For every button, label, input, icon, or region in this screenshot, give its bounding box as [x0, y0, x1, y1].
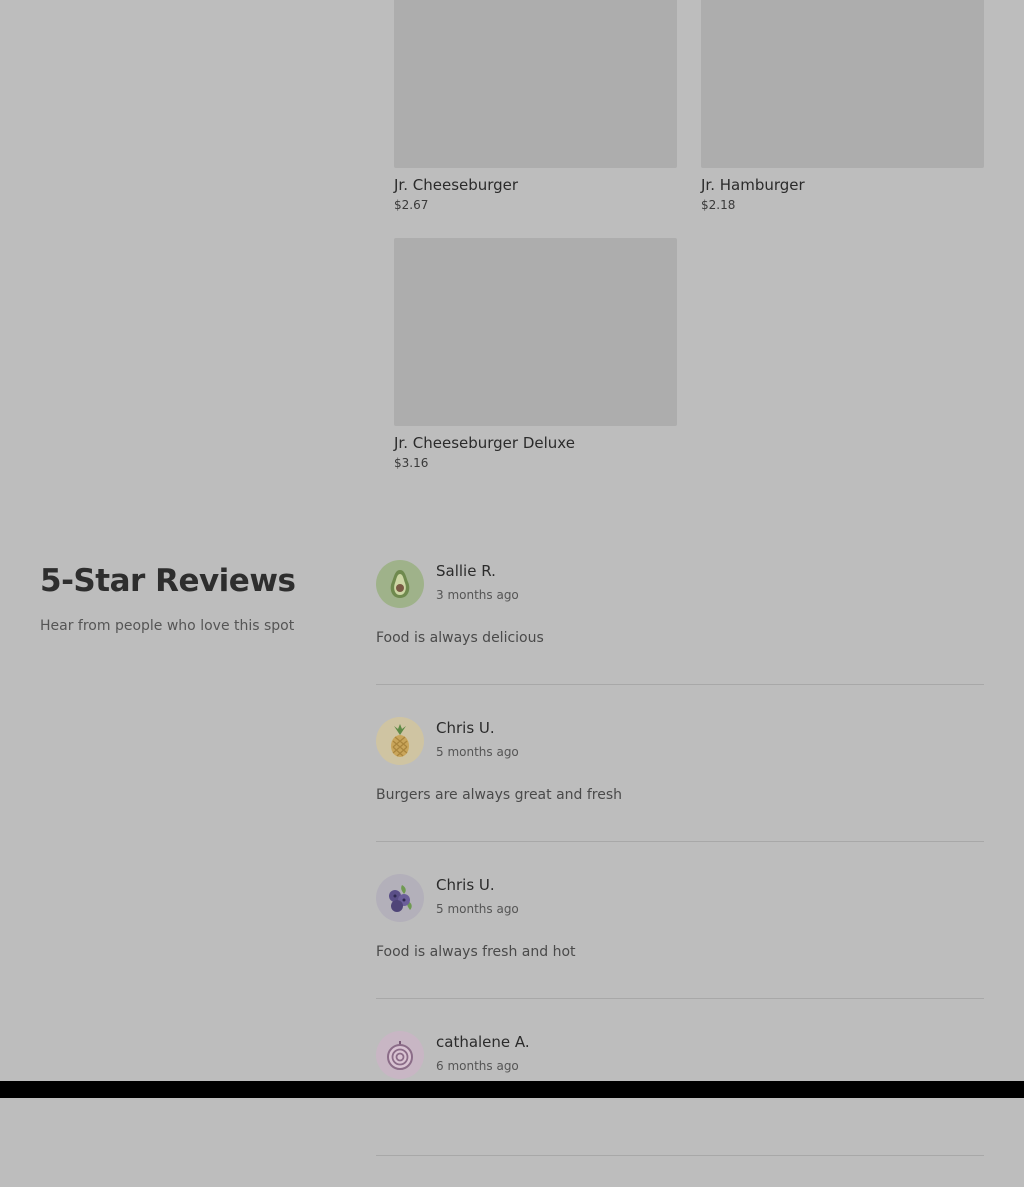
pineapple-icon: [391, 724, 409, 757]
review-text: Food is always fresh and hot: [376, 944, 576, 960]
reviewer-name[interactable]: Chris U.: [436, 718, 495, 738]
menu-item-price: $3.16: [394, 456, 429, 470]
review-text: Food is always delicious: [376, 630, 544, 646]
menu-item-price: $2.67: [394, 198, 429, 212]
avatar: [376, 1031, 424, 1079]
review-date: 5 months ago: [436, 902, 519, 916]
reviewer-name[interactable]: cathalene A.: [436, 1032, 530, 1052]
menu-item-name: Jr. Hamburger: [701, 176, 805, 194]
reviewer-name[interactable]: Sallie R.: [436, 561, 496, 581]
menu-item-price: $2.18: [701, 198, 736, 212]
menu-item-name: Jr. Cheeseburger: [394, 176, 519, 194]
avocado-icon: [390, 570, 410, 598]
review-date: 6 months ago: [436, 1059, 519, 1073]
menu-item-name: Jr. Cheeseburger Deluxe: [394, 434, 575, 452]
review-date: 3 months ago: [436, 588, 519, 602]
avatar: [376, 874, 424, 922]
reviews-header: 5-Star Reviews Hear from people who love…: [40, 556, 360, 637]
reviews-subtitle: Hear from people who love this spot: [40, 618, 295, 634]
avatar: [376, 560, 424, 608]
menu-item-image[interactable]: [394, 238, 677, 426]
review-item: Chris U. 5 months ago Food is always fre…: [376, 873, 984, 999]
menu-item-image[interactable]: [701, 0, 984, 168]
onion-icon: [387, 1041, 413, 1070]
review-text: Burgers are always great and fresh: [376, 787, 623, 803]
review-item: Sallie R. 3 months ago Food is always de…: [376, 559, 984, 685]
bottom-bar: [0, 1081, 1024, 1098]
review-item: Chris U. 5 months ago Burgers are always…: [376, 716, 984, 842]
menu-item-image[interactable]: [394, 0, 677, 168]
reviews-title: 5-Star Reviews: [40, 563, 296, 599]
blueberry-icon: [389, 885, 412, 912]
menu-item-card[interactable]: Jr. Cheeseburger Deluxe $3.16: [394, 238, 677, 472]
review-date: 5 months ago: [436, 745, 519, 759]
reviewer-name[interactable]: Chris U.: [436, 875, 495, 895]
menu-grid: Jr. Cheeseburger $2.67 Jr. Hamburger $2.…: [0, 0, 1024, 500]
menu-item-card[interactable]: Jr. Cheeseburger $2.67: [394, 0, 677, 214]
menu-item-card[interactable]: Jr. Hamburger $2.18: [701, 0, 984, 214]
avatar: [376, 717, 424, 765]
